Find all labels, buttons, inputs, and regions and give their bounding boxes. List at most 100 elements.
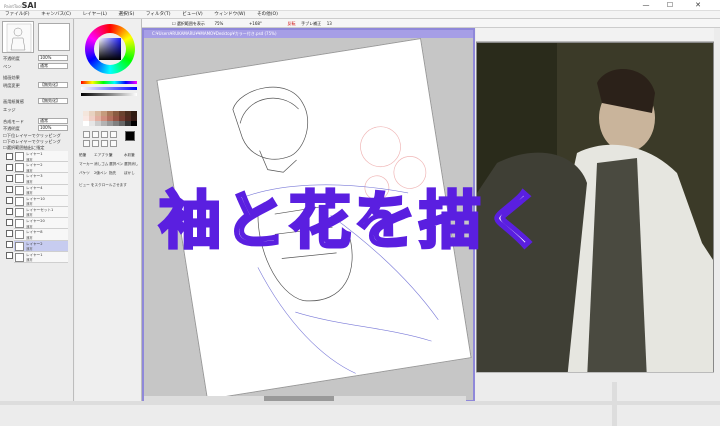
palette-swatch[interactable] — [131, 121, 137, 126]
layer-row[interactable]: レイヤー4 通常 — [14, 184, 68, 196]
menu-canvas[interactable]: キャンバス(C) — [36, 11, 76, 19]
option-value[interactable]: 通常 — [38, 63, 68, 69]
app-logo: PaintToolSAI — [4, 1, 37, 10]
primary-color-swatch[interactable] — [125, 131, 135, 141]
layer-row[interactable]: レイヤー8 通常 — [14, 229, 68, 241]
layer-row[interactable]: レイヤー2 通常 — [14, 162, 68, 174]
layer-thumbnail — [15, 174, 24, 184]
eye-icon[interactable] — [6, 252, 13, 259]
option-value[interactable]: 100% — [38, 55, 68, 61]
blend-mode-select[interactable]: 通常 — [38, 118, 68, 124]
option-label: 明度変更 — [3, 83, 20, 88]
saturation-slider[interactable] — [81, 87, 137, 90]
layer-mode: 通常 — [26, 235, 33, 240]
lasso-tool-icon[interactable] — [92, 131, 99, 138]
layer-mode: 通常 — [26, 258, 33, 263]
menu-other[interactable]: その他(O) — [252, 11, 283, 19]
option-value[interactable]: 【無効化】 — [38, 82, 68, 88]
option-label: エッジ — [3, 107, 16, 112]
eye-icon[interactable] — [6, 197, 13, 204]
layer-thumbnail — [15, 252, 24, 262]
canvas-toolbar: ☐ 選択範囲を表示 75% +168° 反転 手ブレ補正 13 — [142, 19, 720, 28]
close-button[interactable]: ✕ — [688, 0, 708, 10]
hue-slider[interactable] — [81, 81, 137, 84]
menu-bar: ファイル(F) キャンバス(C) レイヤー(L) 選択(S) フィルタ(T) ビ… — [0, 11, 720, 19]
layer-mode: 通常 — [26, 191, 33, 196]
move-tool-icon[interactable] — [110, 131, 117, 138]
value-slider[interactable] — [81, 93, 137, 96]
eye-icon[interactable] — [6, 230, 13, 237]
layer-list: レイヤー1 通常 レイヤー2 通常 レイヤー3 通常 レイヤー4 通常 レイヤー10 通常… — [14, 151, 68, 311]
option-label: ペン — [3, 64, 12, 69]
maximize-button[interactable]: ☐ — [660, 0, 680, 10]
brush-tool-10[interactable]: 指先 — [109, 171, 116, 176]
option-label: 画用紙質感 — [3, 99, 24, 104]
eye-icon[interactable] — [6, 186, 13, 193]
zoom-tool-icon[interactable] — [83, 140, 90, 147]
layer-mode: 通常 — [26, 202, 33, 207]
eye-icon[interactable] — [6, 153, 13, 160]
status-bar — [0, 401, 720, 405]
reference-window-header — [476, 28, 714, 42]
layer-mode: 通常 — [26, 179, 33, 184]
brush-tool-11[interactable]: ぼかし — [124, 171, 135, 176]
layer-row[interactable]: レイヤー1 通常 — [14, 151, 68, 163]
layer-row[interactable]: レイヤー20 通常 — [14, 218, 68, 230]
magic-wand-icon[interactable] — [101, 131, 108, 138]
menu-view[interactable]: ビュー(V) — [177, 11, 208, 19]
menu-window[interactable]: ウィンドウ(W) — [209, 11, 250, 19]
layer-thumbnail — [15, 196, 24, 206]
eye-icon[interactable] — [6, 164, 13, 171]
stabilizer-value[interactable]: 13 — [327, 19, 332, 28]
color-palette[interactable] — [83, 111, 139, 126]
eyedropper-icon[interactable] — [110, 140, 117, 147]
layer-row[interactable]: レイヤー1 通常 — [14, 251, 68, 263]
menu-filter[interactable]: フィルタ(T) — [141, 11, 176, 19]
selection-source-checkbox[interactable]: ☐ 選択範囲を表示 — [172, 19, 209, 28]
layer-thumbnail — [15, 230, 24, 240]
brush-tool-8[interactable]: バケツ — [79, 171, 90, 176]
minimize-button[interactable]: — — [636, 0, 656, 10]
option-value[interactable]: 【無効化】 — [38, 98, 68, 104]
layer-set-row[interactable]: レイヤーセット1 通常 — [14, 206, 68, 219]
navigator-preview[interactable] — [2, 21, 34, 53]
menu-selection[interactable]: 選択(S) — [114, 11, 140, 19]
brush-tool-6[interactable]: 選択ペン — [109, 162, 123, 167]
layer-row[interactable]: レイヤー10 通常 — [14, 195, 68, 207]
canvas-title: C:¥Users¥RUKAMARU¥¥MAMO¥Desktop¥カラー付き.ps… — [144, 30, 473, 38]
zoom-field[interactable]: 75% — [214, 19, 223, 28]
eye-icon[interactable] — [6, 241, 13, 248]
eye-icon[interactable] — [6, 208, 13, 215]
stabilizer-label: 手ブレ補正 — [301, 21, 322, 26]
blend-mode-label: 合成モード — [3, 119, 24, 124]
layer-mode: 通常 — [26, 247, 33, 251]
brush-tool-9[interactable]: 2値ペン — [94, 171, 107, 176]
saturation-value-square[interactable] — [99, 38, 121, 60]
eye-icon[interactable] — [6, 219, 13, 226]
brush-tool-4[interactable]: マーカー — [79, 162, 93, 167]
brush-tool-3[interactable]: 水彩筆 — [124, 153, 135, 158]
layer-mode: 通常 — [26, 157, 33, 162]
eye-icon[interactable] — [6, 175, 13, 182]
brush-tool-0[interactable]: 鉛筆 — [79, 153, 86, 158]
hand-tool-icon[interactable] — [101, 140, 108, 147]
select-tool-icon[interactable] — [83, 131, 90, 138]
title-bar: PaintToolSAI — ☐ ✕ — [0, 0, 720, 11]
rotate-tool-icon[interactable] — [92, 140, 99, 147]
layer-row-selected[interactable]: レイヤー2 通常 — [14, 240, 68, 252]
brush-tool-2[interactable]: 筆 — [109, 153, 113, 158]
rotation-field[interactable]: +168° — [249, 19, 262, 28]
status-hint: ビュー をスクロールさせます — [79, 183, 127, 187]
layer-mode: 通常 — [26, 213, 33, 218]
menu-file[interactable]: ファイル(F) — [0, 11, 35, 19]
layer-row[interactable]: レイヤー3 通常 — [14, 173, 68, 185]
layer-mode: 通常 — [26, 168, 33, 173]
brush-tool-7[interactable]: 選択消し — [124, 162, 138, 167]
option-label: 描画効果 — [3, 75, 20, 80]
color-wheel[interactable] — [85, 24, 135, 74]
invert-button[interactable]: 反転 — [288, 19, 296, 28]
layer-mode: 通常 — [26, 224, 33, 229]
opacity-field[interactable]: 100% — [38, 125, 68, 131]
menu-layer[interactable]: レイヤー(L) — [78, 11, 112, 19]
brush-tool-5[interactable]: 消しゴム — [94, 162, 108, 167]
